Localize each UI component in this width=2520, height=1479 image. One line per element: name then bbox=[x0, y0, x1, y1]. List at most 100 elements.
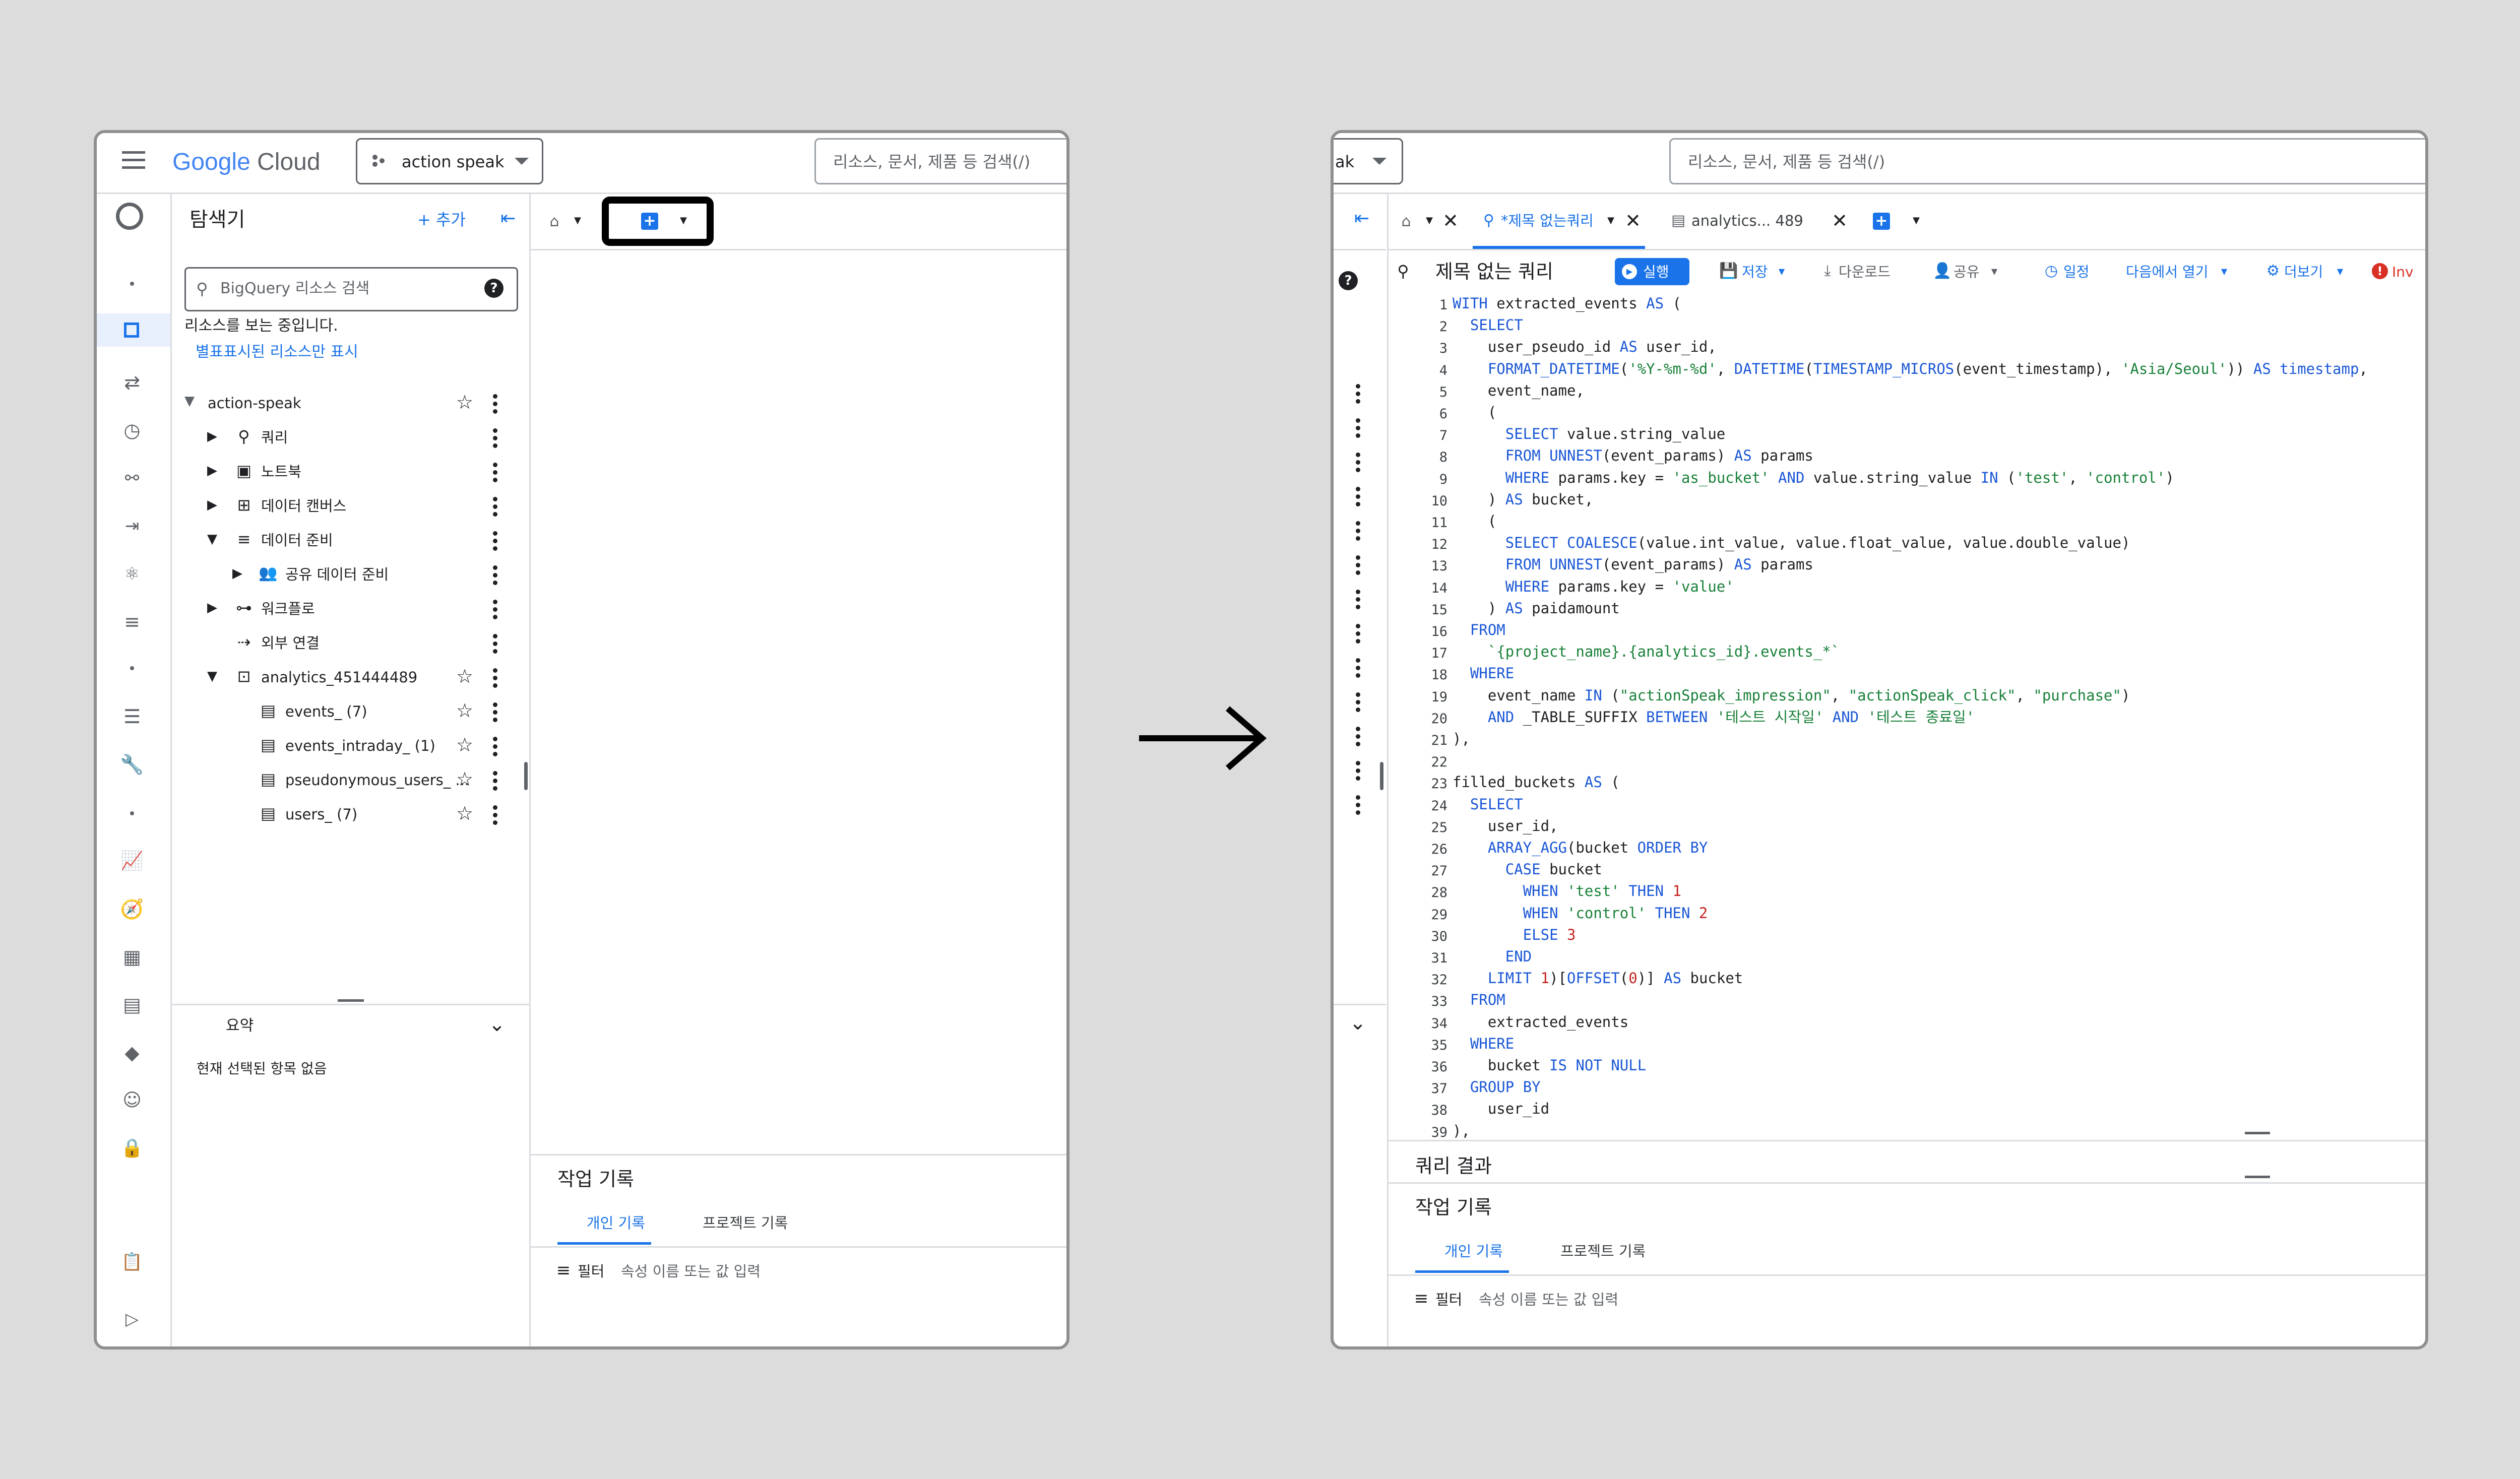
kebab-icon[interactable] bbox=[493, 463, 497, 485]
chevron-down-icon[interactable]: ▼ bbox=[677, 215, 689, 227]
pipeline-icon[interactable]: ⇥ bbox=[121, 515, 143, 537]
star-icon[interactable]: ☆ bbox=[454, 391, 476, 413]
project-selector[interactable]: action speak bbox=[356, 138, 543, 184]
code-editor[interactable]: 1 2 3 4 5 6 7 8 9 10 11 12 13 14 15 16 17 18 19 20 21 22 23 24 2… bbox=[1387, 294, 2425, 1139]
chevron-down-icon[interactable]: ▼ bbox=[1776, 266, 1787, 277]
tree-item-external-connection[interactable]: ⇢ 외부 연결 bbox=[170, 626, 529, 659]
chart-icon[interactable]: 📈 bbox=[121, 850, 144, 872]
filter-icon[interactable]: ≡ bbox=[1411, 1289, 1431, 1309]
schedule-button[interactable]: 일정 bbox=[2063, 265, 2090, 279]
run-button[interactable]: ▶ 실행 bbox=[1615, 258, 1689, 285]
kebab-icon[interactable] bbox=[1356, 487, 1360, 509]
kebab-icon[interactable] bbox=[1356, 795, 1360, 818]
tree-item-workflow[interactable]: ▶ ⊶ 워크플로 bbox=[170, 592, 529, 625]
download-button[interactable]: 다운로드 bbox=[1839, 265, 1891, 279]
open-in-button[interactable]: 다음에서 열기 bbox=[2126, 265, 2208, 279]
caret-down-icon[interactable]: ▼ bbox=[180, 392, 199, 410]
tree-table-row[interactable]: ▤ events_intraday_ (1) ☆ bbox=[170, 729, 529, 762]
collapse-panel-icon[interactable]: ⇤ bbox=[1351, 208, 1373, 230]
collapse-panel-icon[interactable]: ⇤ bbox=[497, 208, 519, 230]
bigquery-logo-icon[interactable] bbox=[116, 203, 143, 230]
kebab-icon[interactable] bbox=[493, 531, 497, 554]
kebab-icon[interactable] bbox=[1356, 658, 1360, 681]
kebab-icon[interactable] bbox=[493, 497, 497, 520]
tree-scrollbar[interactable] bbox=[1380, 762, 1383, 790]
resize-handle[interactable] bbox=[2245, 1132, 2270, 1134]
close-icon[interactable]: ✕ bbox=[1830, 211, 1850, 231]
graph-icon[interactable]: ⚛ bbox=[121, 563, 143, 585]
expand-rail-icon[interactable]: ▷ bbox=[121, 1308, 143, 1330]
save-button[interactable]: 저장 bbox=[1742, 265, 1768, 279]
jobs-icon[interactable]: ☰ bbox=[121, 705, 143, 728]
add-button[interactable]: + 추가 bbox=[417, 212, 466, 228]
kebab-icon[interactable] bbox=[493, 771, 497, 794]
resize-handle[interactable] bbox=[2245, 1176, 2270, 1178]
query-title[interactable]: 제목 없는 쿼리 bbox=[1435, 262, 1553, 281]
tree-item-data-prep[interactable]: ▼ ≡ 데이터 준비 bbox=[170, 523, 529, 556]
history-icon[interactable]: ◷ bbox=[121, 419, 143, 441]
filter-icon[interactable]: ≡ bbox=[553, 1260, 574, 1280]
kebab-icon[interactable] bbox=[1356, 521, 1360, 544]
tree-item-query[interactable]: ▶ ⚲ 쿼리 bbox=[170, 420, 529, 454]
list-icon[interactable]: ≡ bbox=[121, 611, 143, 633]
close-icon[interactable]: ✕ bbox=[1440, 211, 1461, 231]
hamburger-icon[interactable] bbox=[122, 151, 145, 169]
more-button[interactable]: 더보기 bbox=[2284, 265, 2323, 279]
star-icon[interactable]: ☆ bbox=[454, 734, 476, 756]
help-icon[interactable]: ? bbox=[484, 279, 503, 298]
kebab-icon[interactable] bbox=[493, 702, 497, 725]
star-icon[interactable]: ☆ bbox=[454, 768, 476, 790]
chevron-down-icon[interactable]: ▼ bbox=[2219, 266, 2230, 277]
validation-status[interactable]: Inv bbox=[2392, 265, 2414, 279]
search-bar[interactable]: 리소스, 문서, 제품 등 검색(/) bbox=[814, 138, 1066, 184]
tab-project[interactable]: 프로젝트 기록 bbox=[703, 1216, 788, 1231]
chevron-down-icon[interactable]: ▼ bbox=[1910, 215, 1922, 227]
kebab-icon[interactable] bbox=[493, 428, 497, 451]
caret-right-icon[interactable]: ▶ bbox=[205, 427, 220, 445]
kebab-icon[interactable] bbox=[1356, 761, 1360, 784]
plus-box-icon[interactable]: + bbox=[641, 213, 658, 230]
filter-input[interactable]: 속성 이름 또는 값 입력 bbox=[621, 1264, 761, 1279]
tab-query[interactable]: ⚲ *제목 없는쿼리 ▼ ✕ bbox=[1473, 192, 1654, 249]
rail-dot-icon[interactable] bbox=[130, 811, 134, 815]
caret-down-icon[interactable]: ▼ bbox=[205, 530, 220, 548]
transfer-icon[interactable]: ⇄ bbox=[121, 371, 143, 394]
kebab-icon[interactable] bbox=[1356, 590, 1360, 612]
caret-right-icon[interactable]: ▶ bbox=[205, 462, 220, 480]
kebab-icon[interactable] bbox=[1356, 418, 1360, 441]
kebab-icon[interactable] bbox=[493, 394, 497, 417]
tree-scrollbar[interactable] bbox=[524, 762, 528, 790]
tree-table-row[interactable]: ▤ events_ (7) ☆ bbox=[170, 694, 529, 728]
tree-item-data-canvas[interactable]: ▶ ⊞ 데이터 캔버스 bbox=[170, 489, 529, 522]
chevron-down-icon[interactable]: ⌄ bbox=[1347, 1012, 1369, 1034]
chevron-down-icon[interactable]: ⌄ bbox=[486, 1013, 508, 1036]
kebab-icon[interactable] bbox=[493, 634, 497, 657]
caret-right-icon[interactable]: ▶ bbox=[205, 599, 220, 617]
kebab-icon[interactable] bbox=[1356, 624, 1360, 647]
tree-item-notebook[interactable]: ▶ ▣ 노트북 bbox=[170, 455, 529, 488]
kebab-icon[interactable] bbox=[1356, 453, 1360, 475]
chevron-down-icon[interactable]: ▼ bbox=[1989, 266, 2000, 277]
tree-root-row[interactable]: ▼ action-speak ☆ bbox=[170, 386, 529, 419]
kebab-icon[interactable] bbox=[1356, 727, 1360, 749]
release-notes-icon[interactable]: 📋 bbox=[121, 1251, 143, 1273]
compass-icon[interactable]: 🧭 bbox=[120, 898, 144, 920]
analytics-hub-icon[interactable]: ⚯ bbox=[121, 467, 143, 489]
resource-search-input[interactable]: ⚲ BigQuery 리소스 검색 ? bbox=[184, 267, 518, 311]
caret-right-icon[interactable]: ▶ bbox=[205, 496, 220, 514]
kebab-icon[interactable] bbox=[1356, 555, 1360, 578]
chevron-down-icon[interactable]: ▼ bbox=[572, 215, 584, 227]
resize-handle[interactable] bbox=[338, 999, 364, 1002]
tab-personal[interactable]: 개인 기록 bbox=[1444, 1244, 1503, 1259]
table-icon[interactable]: ▤ bbox=[121, 994, 143, 1016]
rail-dot-icon[interactable] bbox=[130, 282, 134, 286]
project-selector[interactable]: ak bbox=[1334, 138, 1403, 184]
star-icon[interactable]: ☆ bbox=[454, 802, 476, 824]
diamond-icon[interactable]: ◆ bbox=[121, 1042, 143, 1064]
tab-table[interactable]: ▤ analytics... 489 ✕ bbox=[1669, 192, 1856, 249]
chevron-down-icon[interactable]: ▼ bbox=[1605, 215, 1617, 227]
caret-right-icon[interactable]: ▶ bbox=[230, 564, 245, 583]
help-icon[interactable]: ? bbox=[1339, 271, 1358, 290]
tree-table-row[interactable]: ▤ pseudonymous_users_ ... ☆ bbox=[170, 763, 529, 796]
tab-project[interactable]: 프로젝트 기록 bbox=[1560, 1244, 1646, 1259]
